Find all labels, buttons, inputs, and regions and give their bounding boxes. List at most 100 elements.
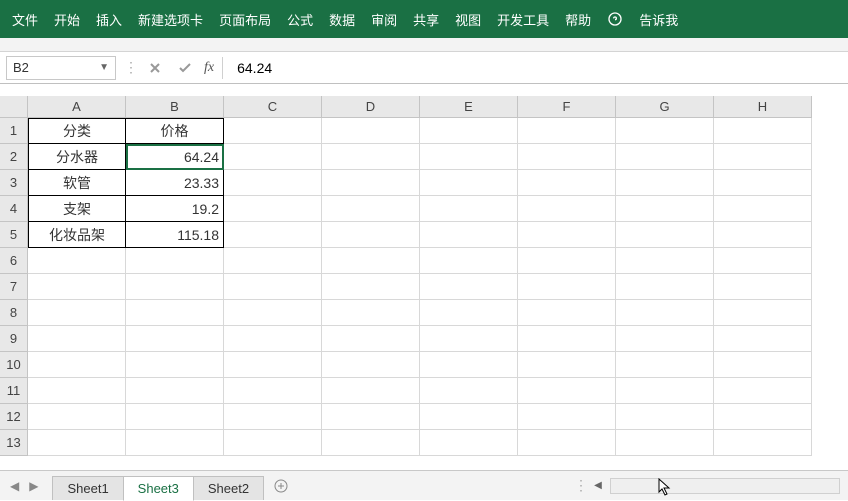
cell-G13[interactable]: [616, 430, 714, 456]
cell-H2[interactable]: [714, 144, 812, 170]
cell-B11[interactable]: [126, 378, 224, 404]
cell-E4[interactable]: [420, 196, 518, 222]
col-header-A[interactable]: A: [28, 96, 126, 118]
row-header-3[interactable]: 3: [0, 170, 28, 196]
col-header-D[interactable]: D: [322, 96, 420, 118]
cell-H4[interactable]: [714, 196, 812, 222]
cell-H12[interactable]: [714, 404, 812, 430]
cell-F10[interactable]: [518, 352, 616, 378]
cell-E1[interactable]: [420, 118, 518, 144]
col-header-C[interactable]: C: [224, 96, 322, 118]
cell-C13[interactable]: [224, 430, 322, 456]
cell-A3[interactable]: 软管: [28, 170, 126, 196]
cell-B2[interactable]: 64.24: [126, 144, 224, 170]
grip-icon[interactable]: ⋮: [574, 477, 586, 494]
cell-H13[interactable]: [714, 430, 812, 456]
cell-H5[interactable]: [714, 222, 812, 248]
select-all-corner[interactable]: [0, 96, 28, 118]
cell-G9[interactable]: [616, 326, 714, 352]
col-header-G[interactable]: G: [616, 96, 714, 118]
cell-B5[interactable]: 115.18: [126, 222, 224, 248]
cell-F9[interactable]: [518, 326, 616, 352]
col-header-E[interactable]: E: [420, 96, 518, 118]
ribbon-tab-tellme[interactable]: 告诉我: [631, 0, 686, 38]
cell-H3[interactable]: [714, 170, 812, 196]
cell-E2[interactable]: [420, 144, 518, 170]
cell-A13[interactable]: [28, 430, 126, 456]
cell-A11[interactable]: [28, 378, 126, 404]
row-header-8[interactable]: 8: [0, 300, 28, 326]
cell-D2[interactable]: [322, 144, 420, 170]
row-header-12[interactable]: 12: [0, 404, 28, 430]
cell-G11[interactable]: [616, 378, 714, 404]
cell-F7[interactable]: [518, 274, 616, 300]
name-box[interactable]: B2 ▼: [6, 56, 116, 80]
row-header-2[interactable]: 2: [0, 144, 28, 170]
cell-G4[interactable]: [616, 196, 714, 222]
cell-B10[interactable]: [126, 352, 224, 378]
cell-C5[interactable]: [224, 222, 322, 248]
cell-H10[interactable]: [714, 352, 812, 378]
cell-F5[interactable]: [518, 222, 616, 248]
cell-H11[interactable]: [714, 378, 812, 404]
cell-D5[interactable]: [322, 222, 420, 248]
cell-G8[interactable]: [616, 300, 714, 326]
cell-C8[interactable]: [224, 300, 322, 326]
ribbon-tab-home[interactable]: 开始: [46, 0, 88, 38]
cell-D1[interactable]: [322, 118, 420, 144]
confirm-formula-button[interactable]: [174, 57, 196, 79]
cell-E11[interactable]: [420, 378, 518, 404]
cell-G5[interactable]: [616, 222, 714, 248]
cell-H1[interactable]: [714, 118, 812, 144]
sheet-tab-2[interactable]: Sheet3: [123, 476, 194, 501]
cell-G12[interactable]: [616, 404, 714, 430]
formula-input[interactable]: [231, 56, 842, 80]
sheet-tab-3[interactable]: Sheet2: [193, 476, 264, 500]
cell-D9[interactable]: [322, 326, 420, 352]
cell-E10[interactable]: [420, 352, 518, 378]
cell-B9[interactable]: [126, 326, 224, 352]
cell-C2[interactable]: [224, 144, 322, 170]
tellme-icon[interactable]: [599, 0, 631, 38]
cell-B1[interactable]: 价格: [126, 118, 224, 144]
cell-A8[interactable]: [28, 300, 126, 326]
cell-B8[interactable]: [126, 300, 224, 326]
cell-A4[interactable]: 支架: [28, 196, 126, 222]
cell-A10[interactable]: [28, 352, 126, 378]
cell-C12[interactable]: [224, 404, 322, 430]
row-header-13[interactable]: 13: [0, 430, 28, 456]
cell-F13[interactable]: [518, 430, 616, 456]
cell-E3[interactable]: [420, 170, 518, 196]
cell-F12[interactable]: [518, 404, 616, 430]
ribbon-tab-dev[interactable]: 开发工具: [489, 0, 557, 38]
row-header-4[interactable]: 4: [0, 196, 28, 222]
ribbon-tab-insert[interactable]: 插入: [88, 0, 130, 38]
cell-A1[interactable]: 分类: [28, 118, 126, 144]
cell-D13[interactable]: [322, 430, 420, 456]
col-header-H[interactable]: H: [714, 96, 812, 118]
cell-E9[interactable]: [420, 326, 518, 352]
cell-H6[interactable]: [714, 248, 812, 274]
cell-A6[interactable]: [28, 248, 126, 274]
cell-D10[interactable]: [322, 352, 420, 378]
cell-D6[interactable]: [322, 248, 420, 274]
cell-F4[interactable]: [518, 196, 616, 222]
cancel-formula-button[interactable]: [144, 57, 166, 79]
row-header-5[interactable]: 5: [0, 222, 28, 248]
cell-D11[interactable]: [322, 378, 420, 404]
tab-nav-prev-icon[interactable]: ◀: [6, 477, 23, 495]
cell-C4[interactable]: [224, 196, 322, 222]
col-header-F[interactable]: F: [518, 96, 616, 118]
fx-icon[interactable]: fx: [204, 60, 214, 76]
sheet-tab-1[interactable]: Sheet1: [52, 476, 123, 500]
cell-B12[interactable]: [126, 404, 224, 430]
cell-E8[interactable]: [420, 300, 518, 326]
cell-C6[interactable]: [224, 248, 322, 274]
cell-H8[interactable]: [714, 300, 812, 326]
cell-F3[interactable]: [518, 170, 616, 196]
cell-D12[interactable]: [322, 404, 420, 430]
cell-F11[interactable]: [518, 378, 616, 404]
ribbon-tab-help[interactable]: 帮助: [557, 0, 599, 38]
row-header-10[interactable]: 10: [0, 352, 28, 378]
cell-A12[interactable]: [28, 404, 126, 430]
